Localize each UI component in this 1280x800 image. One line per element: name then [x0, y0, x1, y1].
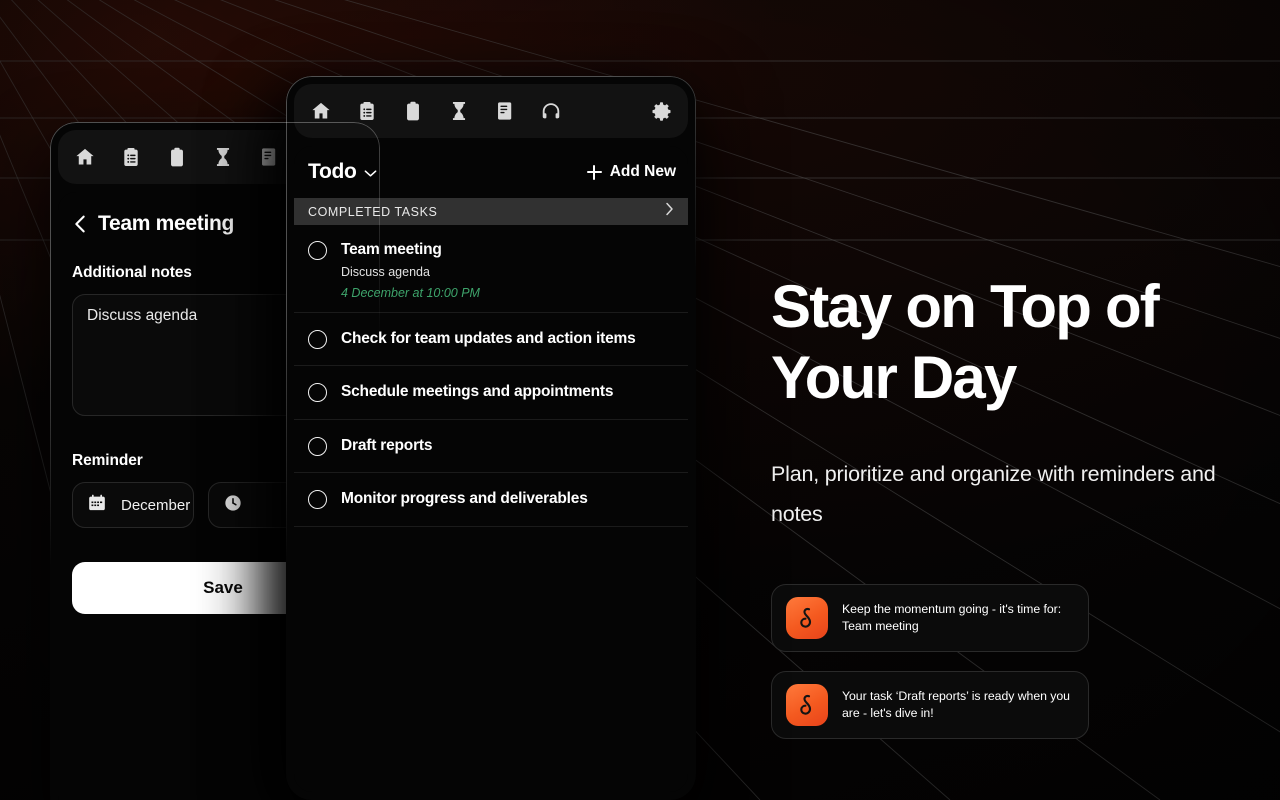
todo-list-name: Todo — [308, 160, 357, 183]
clipboard-icon[interactable] — [400, 98, 426, 124]
task-list: Team meeting Discuss agenda 4 December a… — [294, 225, 688, 527]
page-title: Team meeting — [98, 212, 235, 235]
task-title: Draft reports — [341, 436, 433, 454]
task-row[interactable]: Team meeting Discuss agenda 4 December a… — [294, 225, 688, 313]
notification-text: Your task ‘Draft reports’ is ready when … — [842, 688, 1070, 720]
clock-icon — [223, 493, 243, 517]
book-icon[interactable] — [256, 144, 282, 170]
add-new-button[interactable]: Add New — [586, 163, 676, 181]
clipboard-list-icon[interactable] — [354, 98, 380, 124]
plus-icon — [586, 164, 602, 180]
task-row[interactable]: Draft reports — [294, 420, 688, 474]
todo-list-card: Todo Add New COMPLETED TASKS Team meetin… — [294, 146, 688, 792]
task-title: Check for team updates and action items — [341, 329, 636, 347]
notification-list: Keep the momentum going - it's time for:… — [771, 584, 1089, 758]
task-checkbox-icon[interactable] — [308, 436, 327, 456]
notification-card[interactable]: Your task ‘Draft reports’ is ready when … — [771, 671, 1089, 739]
task-checkbox-icon[interactable] — [308, 383, 327, 403]
todo-list-selector[interactable]: Todo — [308, 160, 377, 184]
task-row[interactable]: Schedule meetings and appointments — [294, 366, 688, 420]
clipboard-list-icon[interactable] — [118, 144, 144, 170]
headphones-icon[interactable] — [538, 98, 564, 124]
app-logo-icon — [786, 597, 828, 639]
notification-text: Keep the momentum going - it's time for:… — [842, 601, 1062, 633]
hero-headline-line2: Your Day — [771, 343, 1017, 411]
reminder-date-field[interactable]: December 4, 202 — [72, 482, 194, 528]
home-icon[interactable] — [308, 98, 334, 124]
task-reminder: 4 December at 10:00 PM — [341, 285, 480, 300]
home-icon[interactable] — [72, 144, 98, 170]
add-new-label: Add New — [609, 163, 676, 180]
clipboard-icon[interactable] — [164, 144, 190, 170]
todo-nav-icons — [308, 98, 648, 124]
task-note: Discuss agenda — [341, 265, 430, 280]
hero-headline-line1: Stay on Top of — [771, 273, 1160, 340]
task-checkbox-icon[interactable] — [308, 241, 327, 260]
task-title: Team meeting — [341, 241, 442, 258]
book-icon[interactable] — [492, 98, 518, 124]
todo-list-header: Todo Add New — [294, 146, 688, 198]
hero-subtext: Plan, prioritize and organize with remin… — [771, 461, 1216, 526]
screen-root: Team meeting Additional notes Discuss ag… — [0, 0, 1280, 800]
hourglass-icon[interactable] — [210, 144, 236, 170]
completed-tasks-label: COMPLETED TASKS — [308, 204, 438, 219]
gear-icon[interactable] — [648, 98, 674, 124]
app-logo-icon — [786, 684, 828, 726]
task-checkbox-icon[interactable] — [308, 490, 327, 510]
completed-tasks-section[interactable]: COMPLETED TASKS — [294, 198, 688, 225]
todo-panel: Todo Add New COMPLETED TASKS Team meetin… — [286, 76, 696, 800]
hero-headline: Stay on Top of Your Day — [771, 272, 1241, 414]
chevron-left-icon[interactable] — [72, 213, 88, 235]
notification-card[interactable]: Keep the momentum going - it's time for:… — [771, 584, 1089, 652]
hourglass-icon[interactable] — [446, 98, 472, 124]
todo-app-toolbar — [294, 84, 688, 138]
task-title: Schedule meetings and appointments — [341, 383, 614, 401]
task-row[interactable]: Check for team updates and action items — [294, 313, 688, 367]
chevron-right-icon — [665, 202, 674, 221]
task-checkbox-icon[interactable] — [308, 329, 327, 349]
calendar-icon — [87, 493, 107, 517]
chevron-down-icon — [364, 160, 377, 184]
hero-section: Stay on Top of Your Day Plan, prioritize… — [771, 272, 1241, 534]
task-row[interactable]: Monitor progress and deliverables — [294, 473, 688, 527]
reminder-date-value: December 4, 202 — [121, 496, 193, 514]
task-title: Monitor progress and deliverables — [341, 490, 588, 508]
